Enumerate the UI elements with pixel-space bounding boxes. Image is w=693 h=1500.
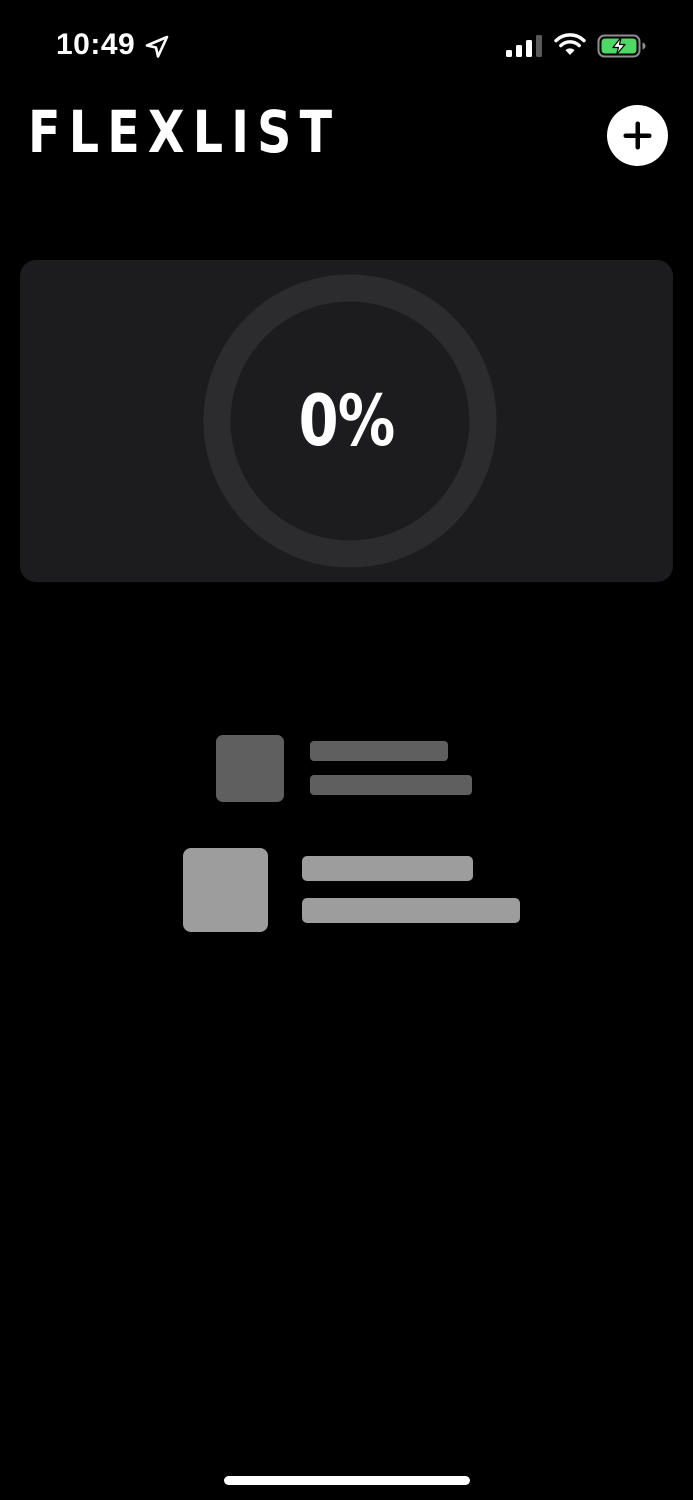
status-bar: 10:49 — [0, 0, 693, 92]
wifi-icon — [554, 33, 586, 55]
placeholder-text-line — [310, 741, 448, 761]
placeholder-thumbnail — [216, 735, 284, 802]
cellular-signal-icon — [506, 35, 542, 57]
placeholder-text-line — [302, 856, 473, 881]
placeholder-text-line — [302, 898, 520, 923]
progress-percentage: 0% — [298, 380, 396, 462]
placeholder-thumbnail — [183, 848, 268, 932]
status-time: 10:49 — [56, 28, 136, 61]
home-indicator[interactable] — [224, 1476, 470, 1485]
placeholder-text-line — [310, 775, 472, 795]
location-arrow-icon — [145, 35, 169, 58]
app-title-logo: FLEXLIST — [28, 98, 341, 166]
battery-charging-icon — [597, 34, 646, 58]
plus-icon — [623, 121, 652, 150]
add-list-button[interactable] — [607, 105, 668, 166]
placeholder-list-illustration — [0, 0, 693, 1500]
progress-card: 0% — [20, 260, 673, 582]
